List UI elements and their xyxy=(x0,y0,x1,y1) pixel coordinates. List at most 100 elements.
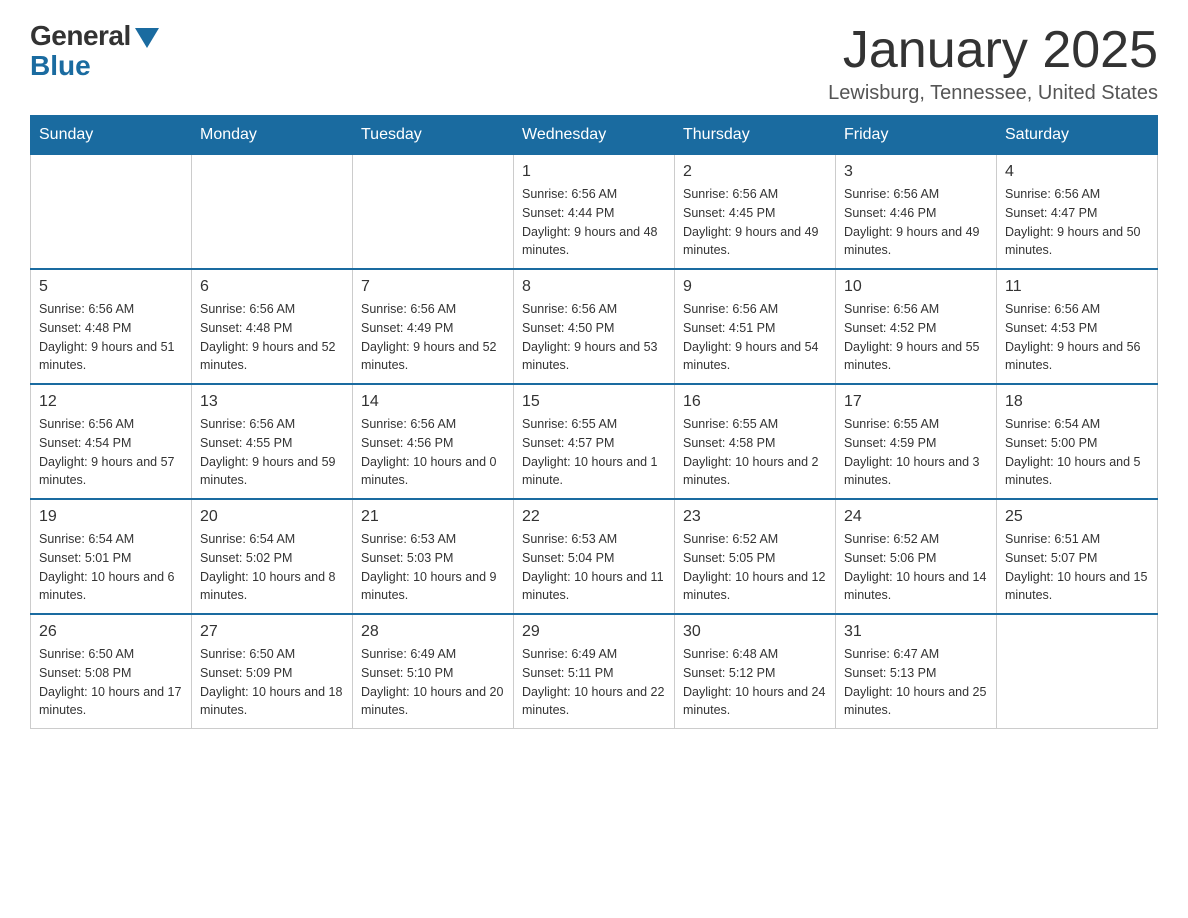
calendar-cell: 27Sunrise: 6:50 AMSunset: 5:09 PMDayligh… xyxy=(192,614,353,729)
calendar-cell: 30 Sunrise: 6:48 AMSunset: 5:12 PMDayligh… xyxy=(675,614,836,729)
day-info: Sunrise: 6:56 AMSunset: 4:48 PMDaylight:… xyxy=(200,300,344,375)
day-number: 4 xyxy=(1005,163,1149,181)
header-friday: Friday xyxy=(836,116,997,155)
day-info: Sunrise: 6:56 AMSunset: 4:44 PMDaylight:… xyxy=(522,185,666,260)
day-info: Sunrise: 6:56 AMSunset: 4:51 PMDaylight:… xyxy=(683,300,827,375)
day-number: 17 xyxy=(844,393,988,411)
day-info: Sunrise: 6:53 AMSunset: 5:04 PMDaylight:… xyxy=(522,530,666,605)
day-number: 25 xyxy=(1005,508,1149,526)
calendar-cell: 1 Sunrise: 6:56 AMSunset: 4:44 PMDaylight… xyxy=(514,155,675,270)
calendar-cell: 8 Sunrise: 6:56 AMSunset: 4:50 PMDaylight… xyxy=(514,269,675,384)
day-info: Sunrise: 6:55 AMSunset: 4:59 PMDaylight:… xyxy=(844,415,988,490)
day-number: 18 xyxy=(1005,393,1149,411)
calendar-cell: 9 Sunrise: 6:56 AMSunset: 4:51 PMDaylight… xyxy=(675,269,836,384)
day-info: Sunrise: 6:48 AMSunset: 5:12 PMDaylight:… xyxy=(683,645,827,720)
calendar-cell: 22 Sunrise: 6:53 AMSunset: 5:04 PMDayligh… xyxy=(514,499,675,614)
header-monday: Monday xyxy=(192,116,353,155)
calendar-cell: 28 Sunrise: 6:49 AMSunset: 5:10 PMDayligh… xyxy=(353,614,514,729)
day-info: Sunrise: 6:52 AMSunset: 5:05 PMDaylight:… xyxy=(683,530,827,605)
calendar-week-row: 12 Sunrise: 6:56 AMSunset: 4:54 PMDayligh… xyxy=(31,384,1158,499)
calendar-cell: 6 Sunrise: 6:56 AMSunset: 4:48 PMDaylight… xyxy=(192,269,353,384)
calendar-cell: 3 Sunrise: 6:56 AMSunset: 4:46 PMDaylight… xyxy=(836,155,997,270)
day-number: 12 xyxy=(39,393,183,411)
logo: General Blue xyxy=(30,20,159,82)
day-info: Sunrise: 6:56 AMSunset: 4:48 PMDaylight:… xyxy=(39,300,183,375)
calendar-cell: 24 Sunrise: 6:52 AMSunset: 5:06 PMDayligh… xyxy=(836,499,997,614)
day-number: 14 xyxy=(361,393,505,411)
calendar-week-row: 5Sunrise: 6:56 AMSunset: 4:48 PMDaylight… xyxy=(31,269,1158,384)
day-number: 22 xyxy=(522,508,666,526)
calendar-cell: 20 Sunrise: 6:54 AMSunset: 5:02 PMDayligh… xyxy=(192,499,353,614)
day-number: 1 xyxy=(522,163,666,181)
header-sunday: Sunday xyxy=(31,116,192,155)
logo-blue-text: Blue xyxy=(30,50,91,82)
day-info: Sunrise: 6:50 AMSunset: 5:08 PMDaylight:… xyxy=(39,645,183,720)
header-saturday: Saturday xyxy=(997,116,1158,155)
day-number: 6 xyxy=(200,278,344,296)
calendar-cell: 26Sunrise: 6:50 AMSunset: 5:08 PMDayligh… xyxy=(31,614,192,729)
calendar-cell: 23 Sunrise: 6:52 AMSunset: 5:05 PMDayligh… xyxy=(675,499,836,614)
title-area: January 2025 Lewisburg, Tennessee, Unite… xyxy=(828,20,1158,105)
calendar-cell: 13 Sunrise: 6:56 AMSunset: 4:55 PMDayligh… xyxy=(192,384,353,499)
day-number: 27 xyxy=(200,623,344,641)
calendar-cell: 11 Sunrise: 6:56 AMSunset: 4:53 PMDayligh… xyxy=(997,269,1158,384)
page-header: General Blue January 2025 Lewisburg, Ten… xyxy=(30,20,1158,105)
header-thursday: Thursday xyxy=(675,116,836,155)
calendar-cell: 19 Sunrise: 6:54 AMSunset: 5:01 PMDayligh… xyxy=(31,499,192,614)
day-number: 13 xyxy=(200,393,344,411)
day-info: Sunrise: 6:54 AMSunset: 5:01 PMDaylight:… xyxy=(39,530,183,605)
day-info: Sunrise: 6:56 AMSunset: 4:52 PMDaylight:… xyxy=(844,300,988,375)
calendar-week-row: 1 Sunrise: 6:56 AMSunset: 4:44 PMDaylight… xyxy=(31,155,1158,270)
calendar-week-row: 26Sunrise: 6:50 AMSunset: 5:08 PMDayligh… xyxy=(31,614,1158,729)
calendar-cell xyxy=(353,155,514,270)
day-number: 30 xyxy=(683,623,827,641)
calendar-cell: 7 Sunrise: 6:56 AMSunset: 4:49 PMDaylight… xyxy=(353,269,514,384)
day-info: Sunrise: 6:56 AMSunset: 4:55 PMDaylight:… xyxy=(200,415,344,490)
day-number: 20 xyxy=(200,508,344,526)
day-number: 7 xyxy=(361,278,505,296)
day-info: Sunrise: 6:56 AMSunset: 4:53 PMDaylight:… xyxy=(1005,300,1149,375)
day-info: Sunrise: 6:52 AMSunset: 5:06 PMDaylight:… xyxy=(844,530,988,605)
day-number: 11 xyxy=(1005,278,1149,296)
day-info: Sunrise: 6:55 AMSunset: 4:57 PMDaylight:… xyxy=(522,415,666,490)
day-number: 9 xyxy=(683,278,827,296)
calendar-week-row: 19 Sunrise: 6:54 AMSunset: 5:01 PMDayligh… xyxy=(31,499,1158,614)
day-number: 31 xyxy=(844,623,988,641)
day-info: Sunrise: 6:56 AMSunset: 4:56 PMDaylight:… xyxy=(361,415,505,490)
day-number: 3 xyxy=(844,163,988,181)
calendar-cell xyxy=(31,155,192,270)
calendar-header-row: SundayMondayTuesdayWednesdayThursdayFrid… xyxy=(31,116,1158,155)
calendar-cell: 4Sunrise: 6:56 AMSunset: 4:47 PMDaylight… xyxy=(997,155,1158,270)
day-number: 16 xyxy=(683,393,827,411)
day-info: Sunrise: 6:56 AMSunset: 4:54 PMDaylight:… xyxy=(39,415,183,490)
day-info: Sunrise: 6:56 AMSunset: 4:49 PMDaylight:… xyxy=(361,300,505,375)
day-info: Sunrise: 6:54 AMSunset: 5:02 PMDaylight:… xyxy=(200,530,344,605)
calendar-cell: 16Sunrise: 6:55 AMSunset: 4:58 PMDayligh… xyxy=(675,384,836,499)
calendar-cell: 5Sunrise: 6:56 AMSunset: 4:48 PMDaylight… xyxy=(31,269,192,384)
calendar-cell: 31Sunrise: 6:47 AMSunset: 5:13 PMDayligh… xyxy=(836,614,997,729)
header-tuesday: Tuesday xyxy=(353,116,514,155)
location-text: Lewisburg, Tennessee, United States xyxy=(828,82,1158,105)
day-info: Sunrise: 6:56 AMSunset: 4:50 PMDaylight:… xyxy=(522,300,666,375)
calendar-cell: 21Sunrise: 6:53 AMSunset: 5:03 PMDayligh… xyxy=(353,499,514,614)
day-number: 8 xyxy=(522,278,666,296)
day-number: 23 xyxy=(683,508,827,526)
header-wednesday: Wednesday xyxy=(514,116,675,155)
logo-general-text: General xyxy=(30,20,131,52)
calendar-cell: 14 Sunrise: 6:56 AMSunset: 4:56 PMDayligh… xyxy=(353,384,514,499)
calendar-cell: 12 Sunrise: 6:56 AMSunset: 4:54 PMDayligh… xyxy=(31,384,192,499)
calendar-cell: 25Sunrise: 6:51 AMSunset: 5:07 PMDayligh… xyxy=(997,499,1158,614)
day-info: Sunrise: 6:49 AMSunset: 5:10 PMDaylight:… xyxy=(361,645,505,720)
calendar-cell: 10Sunrise: 6:56 AMSunset: 4:52 PMDayligh… xyxy=(836,269,997,384)
day-number: 21 xyxy=(361,508,505,526)
day-number: 15 xyxy=(522,393,666,411)
calendar-cell: 17 Sunrise: 6:55 AMSunset: 4:59 PMDayligh… xyxy=(836,384,997,499)
day-info: Sunrise: 6:56 AMSunset: 4:46 PMDaylight:… xyxy=(844,185,988,260)
day-info: Sunrise: 6:56 AMSunset: 4:45 PMDaylight:… xyxy=(683,185,827,260)
day-number: 24 xyxy=(844,508,988,526)
calendar-cell: 18Sunrise: 6:54 AMSunset: 5:00 PMDayligh… xyxy=(997,384,1158,499)
calendar-cell xyxy=(192,155,353,270)
day-number: 28 xyxy=(361,623,505,641)
calendar-cell: 15 Sunrise: 6:55 AMSunset: 4:57 PMDayligh… xyxy=(514,384,675,499)
day-number: 19 xyxy=(39,508,183,526)
